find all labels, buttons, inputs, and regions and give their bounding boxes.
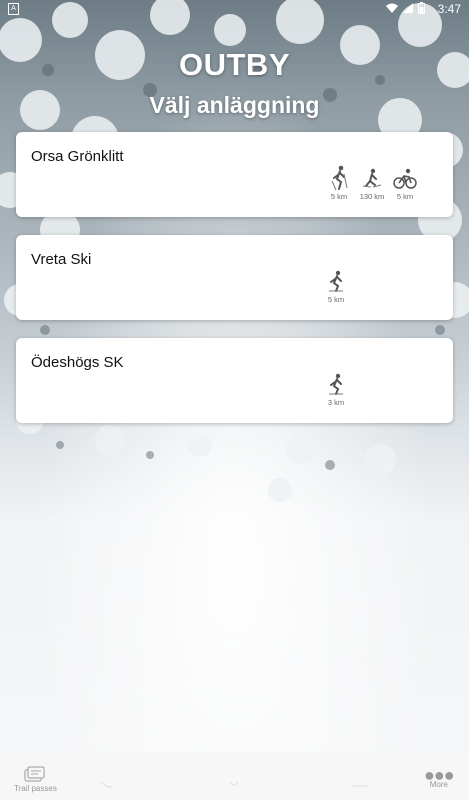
facility-name: Vreta Ski [31, 251, 92, 268]
status-time: 3:47 [437, 2, 461, 16]
notification-icon: A [8, 3, 19, 15]
facility-card-orsa[interactable]: Orsa Grönklitt 5 km 130 km 5 km [16, 132, 453, 217]
system-recents-icon[interactable] [352, 784, 368, 788]
nav-more[interactable]: ●●● More [424, 765, 455, 789]
activity-item: 130 km [355, 165, 389, 201]
signal-icon [402, 3, 413, 14]
activity-list: 5 km [320, 268, 352, 304]
facility-card-odeshogs[interactable]: Ödeshögs SK 3 km [16, 338, 453, 423]
wifi-icon [385, 3, 398, 14]
cross-country-ski-icon [329, 270, 343, 292]
facility-card-vreta[interactable]: Vreta Ski 5 km [16, 235, 453, 320]
skate-ski-icon [362, 168, 382, 188]
facility-name: Ödeshögs SK [31, 354, 124, 371]
nav-more-label: More [429, 780, 448, 789]
page-subtitle: Välj anläggning [149, 92, 320, 118]
more-icon: ●●● [424, 765, 455, 785]
bicycle-icon [393, 168, 417, 189]
activity-distance: 3 km [327, 398, 345, 407]
ticket-icon [24, 766, 46, 782]
nav-trail-passes[interactable]: Trail passes [14, 766, 57, 793]
activity-item: 5 km [320, 268, 352, 304]
system-back-icon[interactable] [100, 780, 114, 788]
activity-distance: 5 km [396, 192, 414, 201]
activity-distance: 5 km [330, 192, 348, 201]
activity-list: 3 km [320, 371, 352, 407]
status-icons [385, 2, 425, 15]
activity-list: 5 km 130 km 5 km [323, 165, 421, 201]
activity-distance: 5 km [327, 295, 345, 304]
battery-icon [418, 2, 425, 15]
activity-item: 3 km [320, 371, 352, 407]
app-title: OUTBY [179, 47, 290, 82]
activity-item: 5 km [323, 165, 355, 201]
activity-distance: 130 km [359, 192, 385, 201]
facility-name: Orsa Grönklitt [31, 148, 124, 165]
cross-country-ski-icon [331, 165, 348, 191]
system-home-icon[interactable] [227, 780, 241, 788]
nav-trail-passes-label: Trail passes [14, 784, 57, 793]
activity-item: 5 km [389, 165, 421, 201]
cross-country-ski-icon [329, 373, 343, 395]
status-bar: A 3:47 [0, 0, 469, 18]
bottom-navigation: Trail passes ●●● More [0, 752, 469, 800]
